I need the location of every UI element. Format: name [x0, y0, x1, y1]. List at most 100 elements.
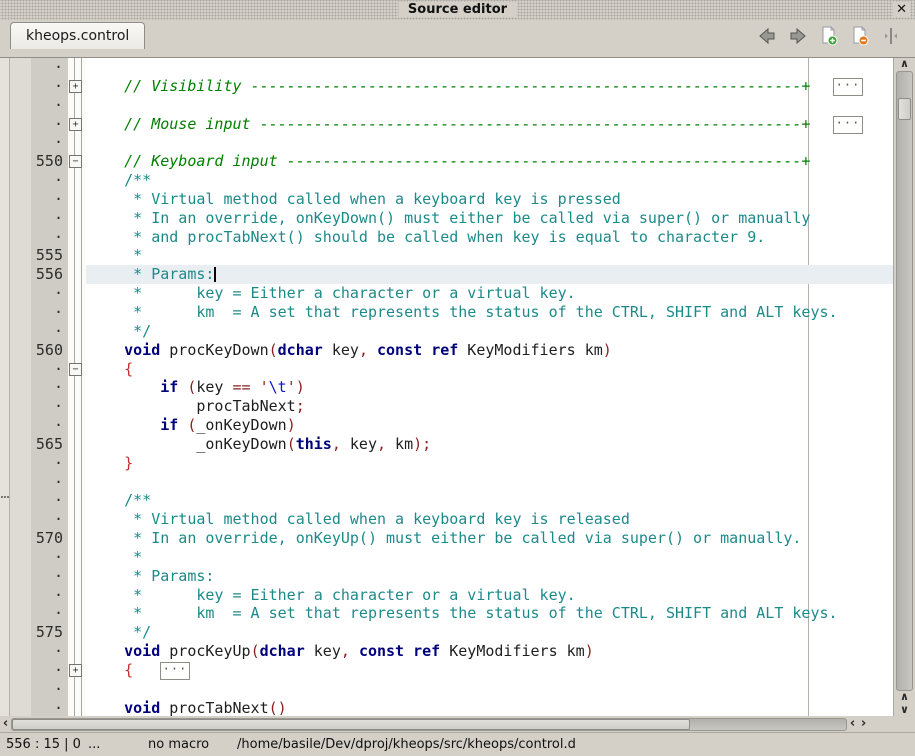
- code-token: if: [160, 416, 178, 434]
- code-line[interactable]: procTabNext;: [86, 397, 893, 416]
- close-icon[interactable]: ✕: [893, 2, 910, 17]
- code-token: [178, 416, 187, 434]
- code-line[interactable]: {: [86, 360, 893, 379]
- code-line[interactable]: // Keyboard input ----------------------…: [86, 152, 893, 171]
- code-line[interactable]: * key = Either a character or a virtual …: [86, 284, 893, 303]
- code-token: if: [160, 378, 178, 396]
- code-token: key: [196, 378, 232, 396]
- code-line[interactable]: // Visibility --------------------------…: [86, 77, 893, 96]
- split-view-icon[interactable]: [881, 26, 901, 46]
- status-bar: 556 : 15 | 0 ... no macro /home/basile/D…: [0, 732, 915, 756]
- tab-bar: kheops.control: [0, 20, 915, 57]
- code-token: ): [296, 378, 305, 396]
- code-line[interactable]: * and procTabNext() should be called whe…: [86, 228, 893, 247]
- code-token: KeyModifiers km: [458, 341, 603, 359]
- code-line[interactable]: if (key == '\t'): [86, 378, 893, 397]
- line-dot: ·: [10, 642, 68, 661]
- fold-collapse-icon[interactable]: −: [69, 155, 82, 168]
- line-number: 570: [10, 529, 68, 548]
- code-token: [251, 378, 260, 396]
- code-line[interactable]: if (_onKeyDown): [86, 416, 893, 435]
- code-line[interactable]: * In an override, onKeyDown() must eithe…: [86, 209, 893, 228]
- code-line[interactable]: [86, 680, 893, 699]
- left-splitter-strip[interactable]: [0, 58, 10, 717]
- code-line[interactable]: * Virtual method called when a keyboard …: [86, 190, 893, 209]
- folded-code-ellipsis[interactable]: ···: [833, 78, 863, 96]
- vertical-scrollbar[interactable]: ∧ ∧ ∨: [893, 58, 915, 717]
- code-line[interactable]: [86, 58, 893, 77]
- scroll-up-icon[interactable]: ∧: [894, 58, 915, 71]
- scroll-left-icon[interactable]: ‹: [847, 717, 858, 731]
- vertical-scroll-track[interactable]: [896, 71, 913, 691]
- fold-collapse-icon[interactable]: −: [69, 363, 82, 376]
- code-line[interactable]: * km = A set that represents the status …: [86, 303, 893, 322]
- scroll-left-icon[interactable]: ‹: [0, 717, 11, 731]
- code-line[interactable]: * km = A set that represents the status …: [86, 604, 893, 623]
- code-token: * In an override, onKeyDown() must eithe…: [88, 209, 810, 227]
- code-line[interactable]: [86, 473, 893, 492]
- code-line[interactable]: // Mouse input -------------------------…: [86, 115, 893, 134]
- horizontal-scrollbar[interactable]: ‹ ‹ ›: [0, 716, 915, 732]
- code-token: [88, 699, 124, 717]
- vertical-scroll-thumb[interactable]: [898, 98, 911, 120]
- code-token: * Params:: [88, 567, 214, 585]
- titlebar[interactable]: Source editor ✕: [0, 0, 915, 20]
- code-token: * and procTabNext() should be called whe…: [88, 228, 765, 246]
- line-number: 555: [10, 246, 68, 265]
- code-token: const: [377, 341, 422, 359]
- tab-kheops-control[interactable]: kheops.control: [10, 22, 145, 49]
- current-code-line[interactable]: * Params:: [86, 265, 893, 284]
- horizontal-scroll-thumb[interactable]: [12, 719, 690, 730]
- scroll-right-icon[interactable]: ›: [858, 717, 869, 731]
- code-token: procTabNext: [88, 397, 296, 415]
- code-token: (): [269, 699, 287, 717]
- go-forward-icon[interactable]: [788, 26, 808, 46]
- code-token: [88, 642, 124, 660]
- code-token: ,: [332, 435, 341, 453]
- line-number-gutter[interactable]: ·····550····555556···560····565····570··…: [10, 58, 68, 717]
- code-line[interactable]: * key = Either a character or a virtual …: [86, 586, 893, 605]
- code-line[interactable]: }: [86, 454, 893, 473]
- code-line[interactable]: /**: [86, 491, 893, 510]
- code-line[interactable]: */: [86, 322, 893, 341]
- code-line[interactable]: */: [86, 623, 893, 642]
- code-token: (: [269, 341, 278, 359]
- code-line[interactable]: * In an override, onKeyUp() must either …: [86, 529, 893, 548]
- fold-expand-icon[interactable]: +: [69, 118, 82, 131]
- horizontal-scroll-track[interactable]: [11, 718, 847, 731]
- code-line[interactable]: [86, 133, 893, 152]
- line-dot: ·: [10, 171, 68, 190]
- code-token: km: [386, 435, 413, 453]
- fold-expand-icon[interactable]: +: [69, 80, 82, 93]
- line-dot: ·: [10, 567, 68, 586]
- code-line[interactable]: /**: [86, 171, 893, 190]
- line-dot: ·: [10, 378, 68, 397]
- close-document-icon[interactable]: [850, 26, 870, 46]
- folded-code-ellipsis[interactable]: ···: [160, 662, 190, 680]
- line-dot: ·: [10, 586, 68, 605]
- line-dot: ·: [10, 209, 68, 228]
- code-token: KeyModifiers km: [440, 642, 585, 660]
- code-token: /**: [88, 171, 151, 189]
- splitter-grip-icon[interactable]: [1, 496, 3, 498]
- code-line[interactable]: {···: [86, 661, 893, 680]
- code-line[interactable]: void procKeyUp(dchar key, const ref KeyM…: [86, 642, 893, 661]
- code-line[interactable]: void procKeyDown(dchar key, const ref Ke…: [86, 341, 893, 360]
- code-token: * Params:: [88, 265, 214, 283]
- code-line[interactable]: *: [86, 246, 893, 265]
- code-line[interactable]: * Params:: [86, 567, 893, 586]
- line-dot: ·: [10, 303, 68, 322]
- go-back-icon[interactable]: [757, 26, 777, 46]
- code-token: }: [124, 454, 133, 472]
- code-token: procKeyDown: [160, 341, 268, 359]
- code-area[interactable]: // Visibility --------------------------…: [86, 58, 893, 717]
- code-line[interactable]: * Virtual method called when a keyboard …: [86, 510, 893, 529]
- line-number: 556: [10, 265, 68, 284]
- fold-expand-icon[interactable]: +: [69, 664, 82, 677]
- code-line[interactable]: void procTabNext(): [86, 699, 893, 717]
- code-line[interactable]: [86, 96, 893, 115]
- new-document-icon[interactable]: [819, 26, 839, 46]
- folded-code-ellipsis[interactable]: ···: [833, 116, 863, 134]
- code-line[interactable]: _onKeyDown(this, key, km);: [86, 435, 893, 454]
- code-line[interactable]: *: [86, 548, 893, 567]
